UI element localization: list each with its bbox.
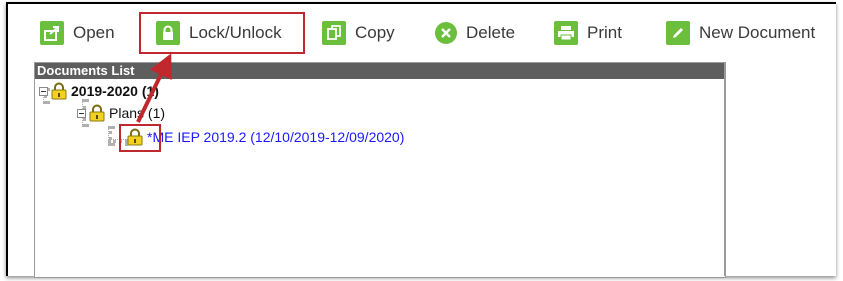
collapse-toggle-icon[interactable] <box>77 108 86 118</box>
tree-node-year[interactable]: 2019-2020 (1) <box>39 82 159 100</box>
lock-unlock-annotation-box <box>139 12 305 54</box>
tree-connector <box>108 126 112 146</box>
print-button[interactable]: Print <box>554 20 622 46</box>
collapse-toggle-icon[interactable] <box>39 86 48 96</box>
delete-label: Delete <box>466 23 516 42</box>
open-label: Open <box>73 23 115 42</box>
copy-icon <box>322 21 346 45</box>
application-frame: Open Lock/Unlock Copy Delete Print New D… <box>6 2 837 278</box>
lock-annotation-box <box>119 124 161 152</box>
print-label: Print <box>587 23 622 42</box>
tree-node-plans[interactable]: Plans (1) <box>77 104 165 122</box>
lock-icon <box>51 82 67 100</box>
delete-button[interactable]: Delete <box>435 20 515 46</box>
tree-node-plans-label: Plans (1) <box>109 105 166 121</box>
toolbar: Open Lock/Unlock Copy Delete Print New D… <box>8 4 836 60</box>
open-button[interactable]: Open <box>40 20 115 46</box>
tree-node-document-label: *ME IEP 2019.2 (12/10/2019-12/09/2020) <box>147 129 405 145</box>
copy-label: Copy <box>355 23 395 42</box>
documents-list-header: Documents List <box>35 63 725 79</box>
open-icon <box>40 21 64 45</box>
detail-pane <box>724 62 837 276</box>
pencil-icon <box>666 21 690 45</box>
new-document-button[interactable]: New Document <box>666 20 815 46</box>
lock-icon <box>89 104 105 122</box>
delete-icon <box>435 22 457 44</box>
tree-node-document[interactable]: *ME IEP 2019.2 (12/10/2019-12/09/2020) <box>126 128 404 146</box>
tree-node-year-label: 2019-2020 (1) <box>71 83 159 99</box>
copy-button[interactable]: Copy <box>322 20 395 46</box>
print-icon <box>554 21 578 45</box>
new-document-label: New Document <box>699 23 816 42</box>
